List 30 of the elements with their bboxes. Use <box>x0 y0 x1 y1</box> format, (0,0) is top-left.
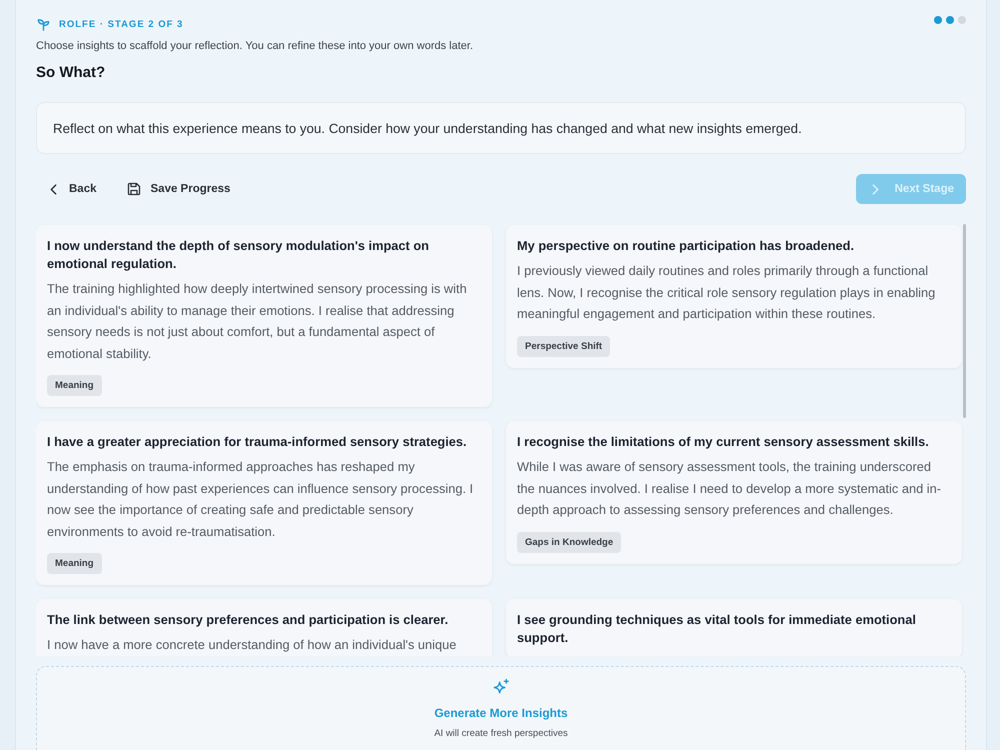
insight-text: The emphasis on trauma-informed approaches has reshaped my understanding of how past experiences can influence sensory processing. I now see the importance of creating safe and predictable sensory environments to avoid re-traumatisation. <box>47 458 474 540</box>
insight-text: The training highlighted how deeply intertwined sensory processing is with an individual's ability to manage their emotions. I realise that addressing sensory needs is not just about comfort, but a fundamental aspect of emotional stability. <box>47 280 468 363</box>
stage-title: So What? <box>36 64 106 82</box>
insight-title: I see grounding techniques as vital tools for immediate emotional support. <box>517 611 917 647</box>
insight-card[interactable]: The link between sensory preferences and participation is clearer. I now have a more concrete understanding of how an individual's unique <box>36 599 492 656</box>
insight-title: I recognise the limitations of my current sensory assessment skills. <box>517 433 930 451</box>
insight-text: I previously viewed daily routines and roles primarily through a functional lens. Now, I recognise the critical role sensory regulation plays in enabling meaningful engagement and participation within these routines. <box>517 262 936 323</box>
save-progress-button[interactable]: Save Progress <box>118 174 238 204</box>
insight-title: I have a greater appreciation for trauma-informed sensory strategies. <box>47 433 468 451</box>
insight-title: The link between sensory preferences and participation is clearer. <box>47 611 450 629</box>
scrollbar-thumb[interactable] <box>963 224 966 418</box>
insight-card[interactable] <box>506 225 962 368</box>
insight-card[interactable]: I see grounding techniques as vital tools for immediate emotional support. <box>506 599 962 656</box>
category-tag: Gaps in Knowledge <box>517 532 622 552</box>
instructions-text: Choose insights to scaffold your reflection. You can refine these into your own words later. <box>36 39 474 53</box>
stage-label: ROLFE · STAGE 2 OF 3 <box>59 18 184 30</box>
generate-caption: AI will create fresh perspectives <box>434 728 568 739</box>
sprout-icon <box>37 18 50 30</box>
reflection-prompt: Reflect on what this experience means to you. Consider how your understanding has changed and what new insights emerged. <box>36 102 966 154</box>
insight-text: While I was aware of sensory assessment tools, the training underscored the nuances involved. I realise I need to develop a more systematic and in-depth approach to assessing sensory preferences and challenges. <box>517 458 942 519</box>
category-tag: Perspective Shift <box>517 336 610 356</box>
insight-title: My perspective on routine participation has broadened. <box>517 237 856 255</box>
chevron-right-icon <box>872 184 879 194</box>
category-tag: Meaning <box>47 375 102 396</box>
insight-title: I now understand the depth of sensory modulation's impact on emotional regulation. <box>47 237 430 273</box>
category-tag: Meaning <box>47 553 102 574</box>
back-button[interactable]: Back <box>36 174 104 204</box>
save-icon <box>126 182 140 196</box>
chevron-left-icon <box>50 184 57 194</box>
insight-text: I now have a more concrete understanding of how an individual's unique <box>47 636 458 654</box>
